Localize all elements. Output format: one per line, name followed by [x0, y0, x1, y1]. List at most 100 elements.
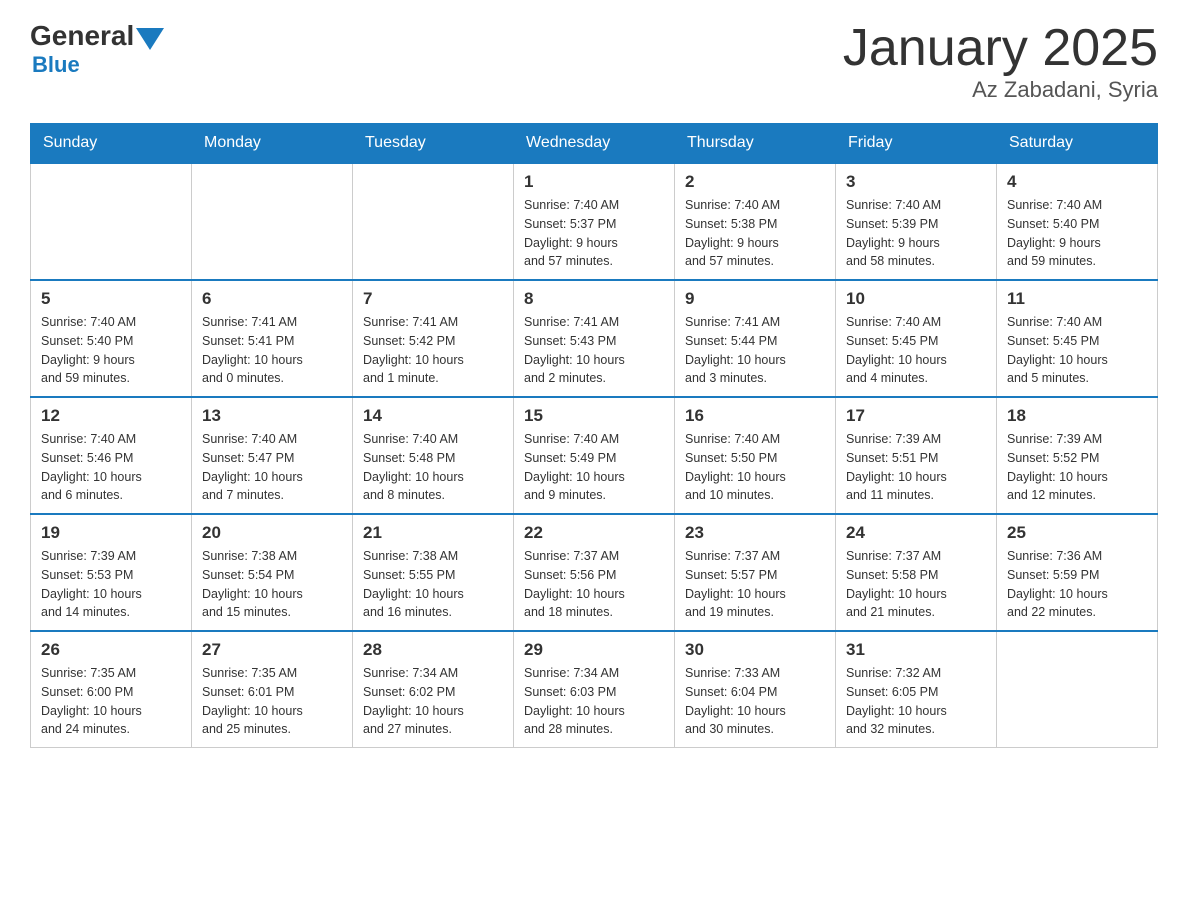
day-number: 4 — [1007, 172, 1147, 192]
day-number: 2 — [685, 172, 825, 192]
calendar-cell: 29 Sunrise: 7:34 AMSunset: 6:03 PMDayligh… — [514, 631, 675, 748]
day-number: 29 — [524, 640, 664, 660]
day-number: 30 — [685, 640, 825, 660]
day-info: Sunrise: 7:35 AMSunset: 6:01 PMDaylight:… — [202, 664, 342, 739]
day-info: Sunrise: 7:34 AMSunset: 6:03 PMDaylight:… — [524, 664, 664, 739]
calendar-cell: 20 Sunrise: 7:38 AMSunset: 5:54 PMDayligh… — [192, 514, 353, 631]
calendar-header-saturday: Saturday — [997, 124, 1158, 164]
calendar-cell: 26Sunrise: 7:35 AMSunset: 6:00 PMDayligh… — [31, 631, 192, 748]
calendar-cell: 3 Sunrise: 7:40 AMSunset: 5:39 PMDaylight… — [836, 163, 997, 280]
day-info: Sunrise: 7:40 AMSunset: 5:38 PMDaylight:… — [685, 196, 825, 271]
day-number: 19 — [41, 523, 181, 543]
day-info: Sunrise: 7:40 AMSunset: 5:39 PMDaylight:… — [846, 196, 986, 271]
day-number: 8 — [524, 289, 664, 309]
calendar-header-wednesday: Wednesday — [514, 124, 675, 164]
calendar-header-row: SundayMondayTuesdayWednesdayThursdayFrid… — [31, 124, 1158, 164]
day-number: 22 — [524, 523, 664, 543]
day-info: Sunrise: 7:32 AMSunset: 6:05 PMDaylight:… — [846, 664, 986, 739]
day-number: 18 — [1007, 406, 1147, 426]
day-info: Sunrise: 7:39 AMSunset: 5:53 PMDaylight:… — [41, 547, 181, 622]
day-number: 11 — [1007, 289, 1147, 309]
day-info: Sunrise: 7:39 AMSunset: 5:52 PMDaylight:… — [1007, 430, 1147, 505]
day-info: Sunrise: 7:40 AMSunset: 5:46 PMDaylight:… — [41, 430, 181, 505]
calendar-header-monday: Monday — [192, 124, 353, 164]
calendar-cell: 8Sunrise: 7:41 AMSunset: 5:43 PMDaylight… — [514, 280, 675, 397]
day-number: 1 — [524, 172, 664, 192]
calendar-header-tuesday: Tuesday — [353, 124, 514, 164]
day-number: 5 — [41, 289, 181, 309]
day-info: Sunrise: 7:41 AMSunset: 5:41 PMDaylight:… — [202, 313, 342, 388]
calendar-cell: 5Sunrise: 7:40 AMSunset: 5:40 PMDaylight… — [31, 280, 192, 397]
day-number: 20 — [202, 523, 342, 543]
week-row-5: 26Sunrise: 7:35 AMSunset: 6:00 PMDayligh… — [31, 631, 1158, 748]
day-info: Sunrise: 7:37 AMSunset: 5:58 PMDaylight:… — [846, 547, 986, 622]
week-row-2: 5Sunrise: 7:40 AMSunset: 5:40 PMDaylight… — [31, 280, 1158, 397]
day-number: 14 — [363, 406, 503, 426]
day-number: 24 — [846, 523, 986, 543]
logo-general-text: General — [30, 20, 134, 52]
calendar-cell: 27 Sunrise: 7:35 AMSunset: 6:01 PMDayligh… — [192, 631, 353, 748]
calendar-cell — [997, 631, 1158, 748]
page-header: General Blue January 2025 Az Zabadani, S… — [30, 20, 1158, 103]
calendar-cell: 30 Sunrise: 7:33 AMSunset: 6:04 PMDayligh… — [675, 631, 836, 748]
calendar-header-sunday: Sunday — [31, 124, 192, 164]
calendar-cell: 17Sunrise: 7:39 AMSunset: 5:51 PMDayligh… — [836, 397, 997, 514]
day-info: Sunrise: 7:40 AMSunset: 5:49 PMDaylight:… — [524, 430, 664, 505]
day-info: Sunrise: 7:35 AMSunset: 6:00 PMDaylight:… — [41, 664, 181, 739]
day-info: Sunrise: 7:41 AMSunset: 5:44 PMDaylight:… — [685, 313, 825, 388]
month-title: January 2025 — [843, 20, 1158, 77]
week-row-3: 12 Sunrise: 7:40 AMSunset: 5:46 PMDayligh… — [31, 397, 1158, 514]
calendar-cell: 22Sunrise: 7:37 AMSunset: 5:56 PMDayligh… — [514, 514, 675, 631]
title-section: January 2025 Az Zabadani, Syria — [843, 20, 1158, 103]
day-number: 9 — [685, 289, 825, 309]
day-number: 16 — [685, 406, 825, 426]
day-number: 15 — [524, 406, 664, 426]
logo-triangle-icon — [136, 28, 164, 50]
calendar-cell: 28Sunrise: 7:34 AMSunset: 6:02 PMDayligh… — [353, 631, 514, 748]
calendar-cell — [192, 163, 353, 280]
calendar-cell: 16 Sunrise: 7:40 AMSunset: 5:50 PMDayligh… — [675, 397, 836, 514]
day-number: 13 — [202, 406, 342, 426]
day-number: 23 — [685, 523, 825, 543]
day-info: Sunrise: 7:40 AMSunset: 5:48 PMDaylight:… — [363, 430, 503, 505]
calendar-cell: 21 Sunrise: 7:38 AMSunset: 5:55 PMDayligh… — [353, 514, 514, 631]
day-number: 25 — [1007, 523, 1147, 543]
logo: General Blue — [30, 20, 164, 78]
calendar-cell — [31, 163, 192, 280]
calendar-cell: 23 Sunrise: 7:37 AMSunset: 5:57 PMDayligh… — [675, 514, 836, 631]
day-number: 10 — [846, 289, 986, 309]
day-number: 7 — [363, 289, 503, 309]
day-info: Sunrise: 7:37 AMSunset: 5:57 PMDaylight:… — [685, 547, 825, 622]
calendar-table: SundayMondayTuesdayWednesdayThursdayFrid… — [30, 123, 1158, 748]
day-info: Sunrise: 7:40 AMSunset: 5:50 PMDaylight:… — [685, 430, 825, 505]
calendar-cell: 19 Sunrise: 7:39 AMSunset: 5:53 PMDayligh… — [31, 514, 192, 631]
day-info: Sunrise: 7:33 AMSunset: 6:04 PMDaylight:… — [685, 664, 825, 739]
calendar-cell: 14 Sunrise: 7:40 AMSunset: 5:48 PMDayligh… — [353, 397, 514, 514]
logo-blue-text: Blue — [32, 52, 164, 78]
calendar-cell: 1 Sunrise: 7:40 AMSunset: 5:37 PMDaylight… — [514, 163, 675, 280]
calendar-cell: 10 Sunrise: 7:40 AMSunset: 5:45 PMDayligh… — [836, 280, 997, 397]
day-number: 12 — [41, 406, 181, 426]
day-info: Sunrise: 7:40 AMSunset: 5:45 PMDaylight:… — [846, 313, 986, 388]
calendar-cell: 24 Sunrise: 7:37 AMSunset: 5:58 PMDayligh… — [836, 514, 997, 631]
day-number: 3 — [846, 172, 986, 192]
calendar-cell: 12 Sunrise: 7:40 AMSunset: 5:46 PMDayligh… — [31, 397, 192, 514]
week-row-4: 19 Sunrise: 7:39 AMSunset: 5:53 PMDayligh… — [31, 514, 1158, 631]
calendar-cell: 11Sunrise: 7:40 AMSunset: 5:45 PMDayligh… — [997, 280, 1158, 397]
day-number: 28 — [363, 640, 503, 660]
location-title: Az Zabadani, Syria — [843, 77, 1158, 103]
day-number: 31 — [846, 640, 986, 660]
day-number: 27 — [202, 640, 342, 660]
day-info: Sunrise: 7:38 AMSunset: 5:55 PMDaylight:… — [363, 547, 503, 622]
day-info: Sunrise: 7:40 AMSunset: 5:37 PMDaylight:… — [524, 196, 664, 271]
day-number: 21 — [363, 523, 503, 543]
day-number: 17 — [846, 406, 986, 426]
day-info: Sunrise: 7:38 AMSunset: 5:54 PMDaylight:… — [202, 547, 342, 622]
calendar-cell: 13Sunrise: 7:40 AMSunset: 5:47 PMDayligh… — [192, 397, 353, 514]
calendar-cell: 2 Sunrise: 7:40 AMSunset: 5:38 PMDaylight… — [675, 163, 836, 280]
day-info: Sunrise: 7:36 AMSunset: 5:59 PMDaylight:… — [1007, 547, 1147, 622]
calendar-cell: 15 Sunrise: 7:40 AMSunset: 5:49 PMDayligh… — [514, 397, 675, 514]
calendar-cell: 31 Sunrise: 7:32 AMSunset: 6:05 PMDayligh… — [836, 631, 997, 748]
calendar-cell: 25 Sunrise: 7:36 AMSunset: 5:59 PMDayligh… — [997, 514, 1158, 631]
calendar-header-thursday: Thursday — [675, 124, 836, 164]
